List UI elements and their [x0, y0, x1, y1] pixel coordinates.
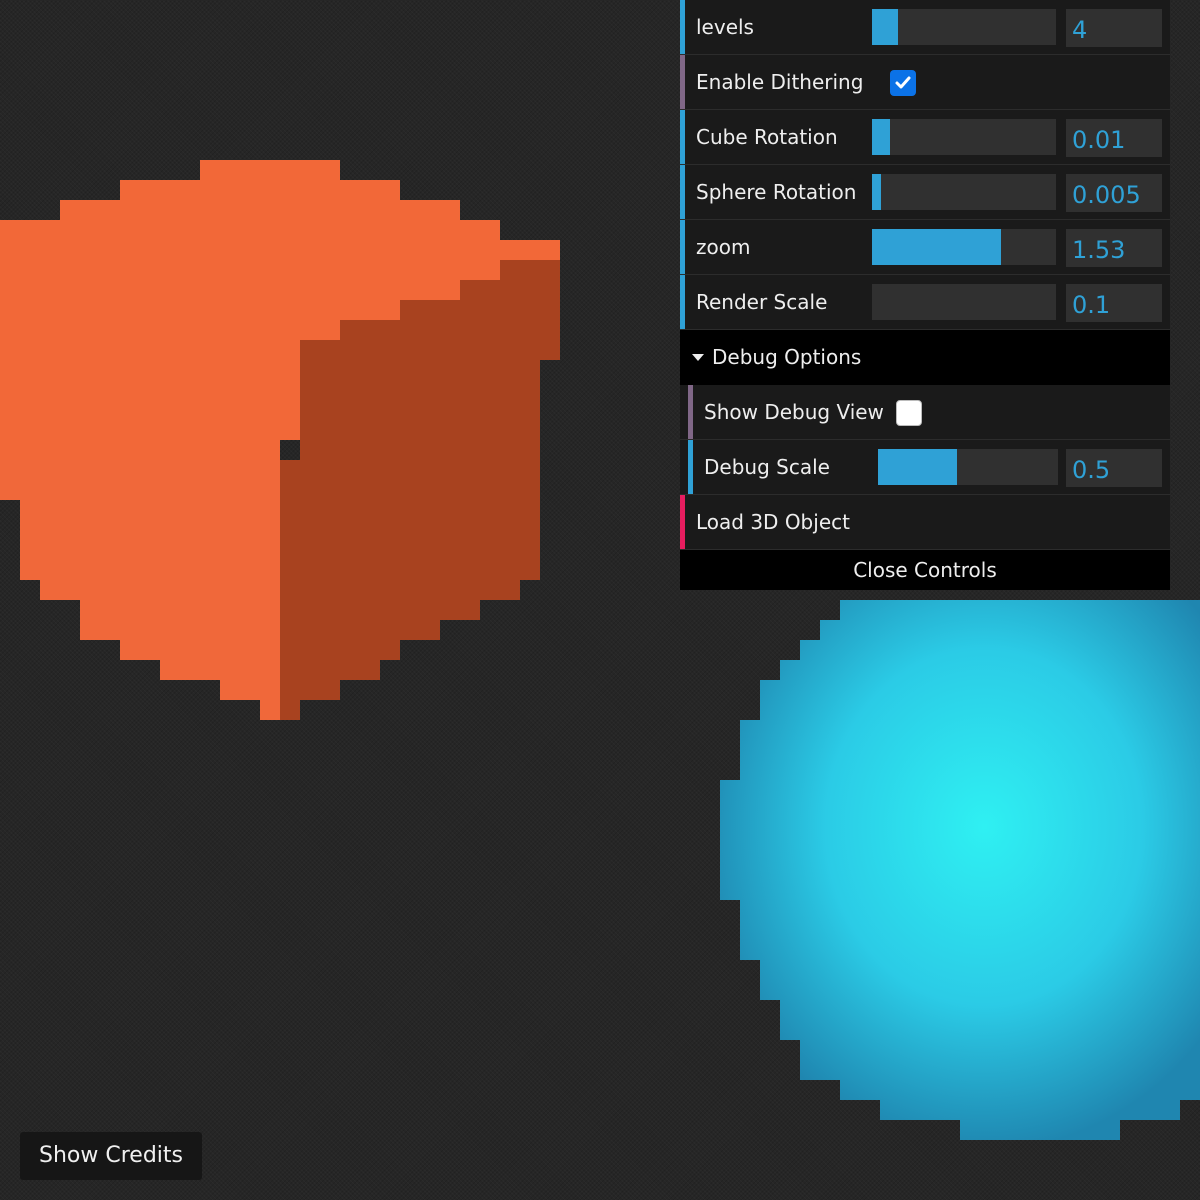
slider-fill — [878, 449, 958, 485]
zoom-label: zoom — [696, 235, 751, 259]
sphere-rotation-input[interactable]: 0.005 — [1066, 174, 1162, 212]
sphere-rotation-control: Sphere Rotation 0.005 — [680, 165, 1170, 220]
cube-rotation-input[interactable]: 0.01 — [1066, 119, 1162, 157]
load-object-label: Load 3D Object — [696, 510, 850, 534]
boolean-indicator-bar — [688, 385, 693, 439]
debug-scale-control: Debug Scale 0.5 — [680, 440, 1170, 495]
dithering-control: Enable Dithering — [680, 55, 1170, 110]
slider-fill — [872, 229, 1001, 265]
debug-scale-slider[interactable] — [878, 449, 1058, 485]
number-indicator-bar — [680, 0, 685, 54]
sphere-rotation-label: Sphere Rotation — [696, 180, 857, 204]
render-scale-label: Render Scale — [696, 290, 828, 314]
show-debug-label: Show Debug View — [704, 400, 884, 424]
render-scale-control: Render Scale 0.1 — [680, 275, 1170, 330]
zoom-slider[interactable] — [872, 229, 1056, 265]
debug-scale-input[interactable]: 0.5 — [1066, 449, 1162, 487]
levels-control: levels 4 — [680, 0, 1170, 55]
cube-rotation-control: Cube Rotation 0.01 — [680, 110, 1170, 165]
zoom-input[interactable]: 1.53 — [1066, 229, 1162, 267]
levels-slider[interactable] — [872, 9, 1056, 45]
slider-fill — [872, 174, 882, 210]
render-scale-slider[interactable] — [872, 284, 1056, 320]
levels-input[interactable]: 4 — [1066, 9, 1162, 47]
number-indicator-bar — [680, 220, 685, 274]
number-indicator-bar — [680, 110, 685, 164]
function-indicator-bar — [680, 495, 685, 549]
show-debug-control: Show Debug View — [680, 385, 1170, 440]
sphere-rotation-slider[interactable] — [872, 174, 1056, 210]
show-debug-checkbox[interactable] — [896, 400, 922, 426]
show-credits-button[interactable]: Show Credits — [20, 1132, 202, 1180]
number-indicator-bar — [680, 275, 685, 329]
debug-scale-label: Debug Scale — [704, 455, 830, 479]
dithering-checkbox[interactable] — [890, 70, 916, 96]
dithering-label: Enable Dithering — [696, 70, 864, 94]
load-object-control[interactable]: Load 3D Object — [680, 495, 1170, 550]
number-indicator-bar — [688, 440, 693, 494]
cube-left-face — [0, 460, 280, 720]
cube-rotation-label: Cube Rotation — [696, 125, 838, 149]
debug-options-folder[interactable]: Debug Options — [680, 330, 1170, 385]
close-controls-button[interactable]: Close Controls — [680, 550, 1170, 590]
number-indicator-bar — [680, 165, 685, 219]
slider-fill — [872, 119, 891, 155]
debug-options-title: Debug Options — [712, 345, 862, 369]
pixel-sphere — [720, 600, 1200, 1140]
levels-label: levels — [696, 15, 754, 39]
render-scale-input[interactable]: 0.1 — [1066, 284, 1162, 322]
check-icon — [895, 76, 911, 89]
slider-fill — [872, 9, 898, 45]
zoom-control: zoom 1.53 — [680, 220, 1170, 275]
boolean-indicator-bar — [680, 55, 685, 109]
debug-options-content: Show Debug View Debug Scale 0.5 — [680, 385, 1170, 495]
pixel-cube — [0, 160, 560, 720]
controls-panel: levels 4 Enable Dithering Cube Rotation … — [680, 0, 1170, 590]
cube-rotation-slider[interactable] — [872, 119, 1056, 155]
triangle-down-icon — [692, 354, 704, 361]
